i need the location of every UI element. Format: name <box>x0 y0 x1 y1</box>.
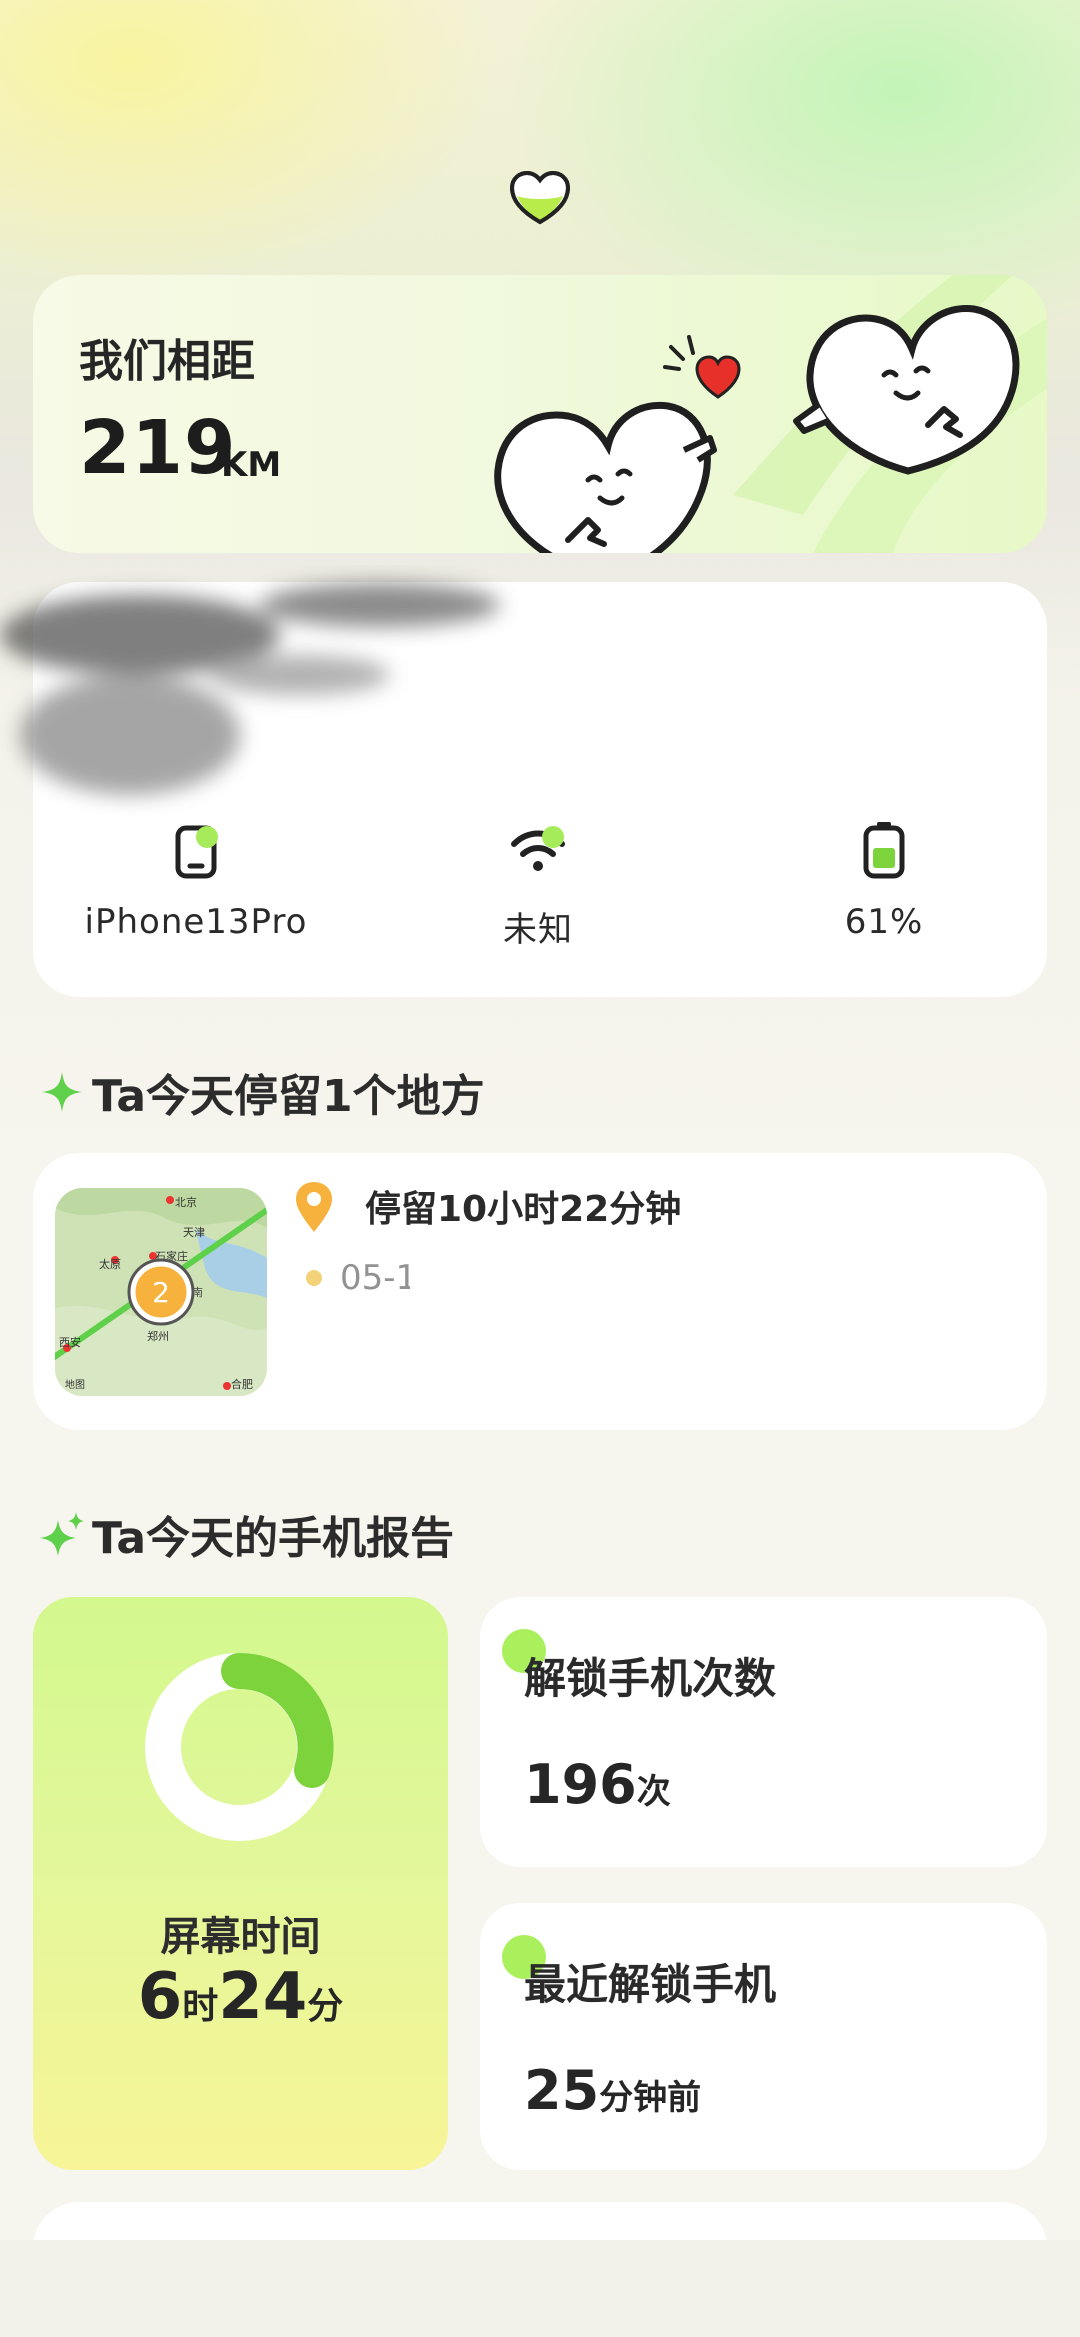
timeline-dot <box>306 1270 322 1286</box>
redaction-smudge <box>0 583 500 795</box>
last-unlock-card[interactable]: 最近解锁手机 25分钟前 <box>480 1903 1047 2170</box>
unlock-count-label: 解锁手机次数 <box>524 1654 777 1703</box>
report-section-title: Ta今天的手机报告 <box>38 1502 454 1566</box>
sparkle-icon <box>42 1072 82 1112</box>
places-section-title: Ta今天停留1个地方 <box>38 1060 485 1124</box>
last-unlock-label: 最近解锁手机 <box>524 1960 777 2009</box>
map-label-xian: 西安 <box>59 1335 81 1349</box>
map-attribution: 地图 <box>65 1378 85 1391</box>
map-label-taiyuan: 太原 <box>99 1258 121 1271</box>
unlock-count-unit: 次 <box>636 1772 671 1812</box>
screen-time-hours: 6 <box>137 1960 183 2034</box>
status-dot <box>542 826 564 848</box>
map-cluster-count: 2 <box>152 1276 170 1309</box>
report-title-text: Ta今天的手机报告 <box>92 1513 455 1564</box>
map-label-tianjin: 天津 <box>183 1226 205 1239</box>
device-model-text: iPhone13Pro <box>84 902 308 942</box>
map-label-zhengzhou: 郑州 <box>147 1329 169 1343</box>
bottom-background <box>0 2240 1080 2337</box>
screen-time-hours-unit: 时 <box>182 1986 219 2027</box>
screen-time-label: 屏幕时间 <box>160 1914 321 1960</box>
map-thumbnail[interactable]: 北京 天津 石家庄 太原 济南 郑州 西安 合肥 地图 2 <box>55 1188 267 1396</box>
redacted-area <box>410 1240 710 1320</box>
distance-unit: KM <box>221 445 282 485</box>
stay-date-text: 05-1 <box>340 1258 418 1298</box>
phone-icon <box>175 825 217 879</box>
device-model-item: iPhone13Pro <box>46 818 346 942</box>
heart-character-right-icon <box>793 305 1020 475</box>
map-graphic: 北京 天津 石家庄 太原 济南 郑州 西安 合肥 地图 2 <box>55 1188 267 1396</box>
sparkle-icon <box>40 1512 84 1556</box>
screen-time-value: 6时24分 <box>33 1960 448 2034</box>
places-title-text: Ta今天停留1个地方 <box>92 1071 485 1122</box>
map-label-beijing: 北京 <box>175 1195 197 1209</box>
screen-time-minutes-unit: 分 <box>307 1986 344 2027</box>
screen-time-ring <box>145 1652 334 1841</box>
network-item: 未知 <box>388 818 688 951</box>
unlock-count-card[interactable]: 解锁手机次数 196次 <box>480 1597 1047 1867</box>
last-unlock-number: 25 <box>524 2059 600 2122</box>
distance-card[interactable]: 我们相距 219 KM <box>33 275 1047 553</box>
stay-duration-text: 停留10小时22分钟 <box>365 1189 682 1230</box>
heart-character-left-icon <box>494 401 717 553</box>
map-label-hefei: 合肥 <box>231 1377 253 1391</box>
unlock-count-value: 196次 <box>524 1753 671 1816</box>
network-text: 未知 <box>503 910 573 950</box>
status-dot <box>196 826 218 848</box>
distance-value: 219 <box>79 405 237 491</box>
battery-text: 61% <box>844 902 924 942</box>
app-logo-icon <box>509 170 571 225</box>
unlock-count-number: 196 <box>524 1753 637 1816</box>
battery-item: 61% <box>734 818 1034 942</box>
last-unlock-value: 25分钟前 <box>524 2059 701 2122</box>
battery-icon <box>863 822 905 879</box>
distance-label: 我们相距 <box>79 336 255 387</box>
last-unlock-unit: 分钟前 <box>599 2078 702 2118</box>
location-pin-icon <box>296 1182 332 1232</box>
screen-time-minutes: 24 <box>218 1960 308 2034</box>
